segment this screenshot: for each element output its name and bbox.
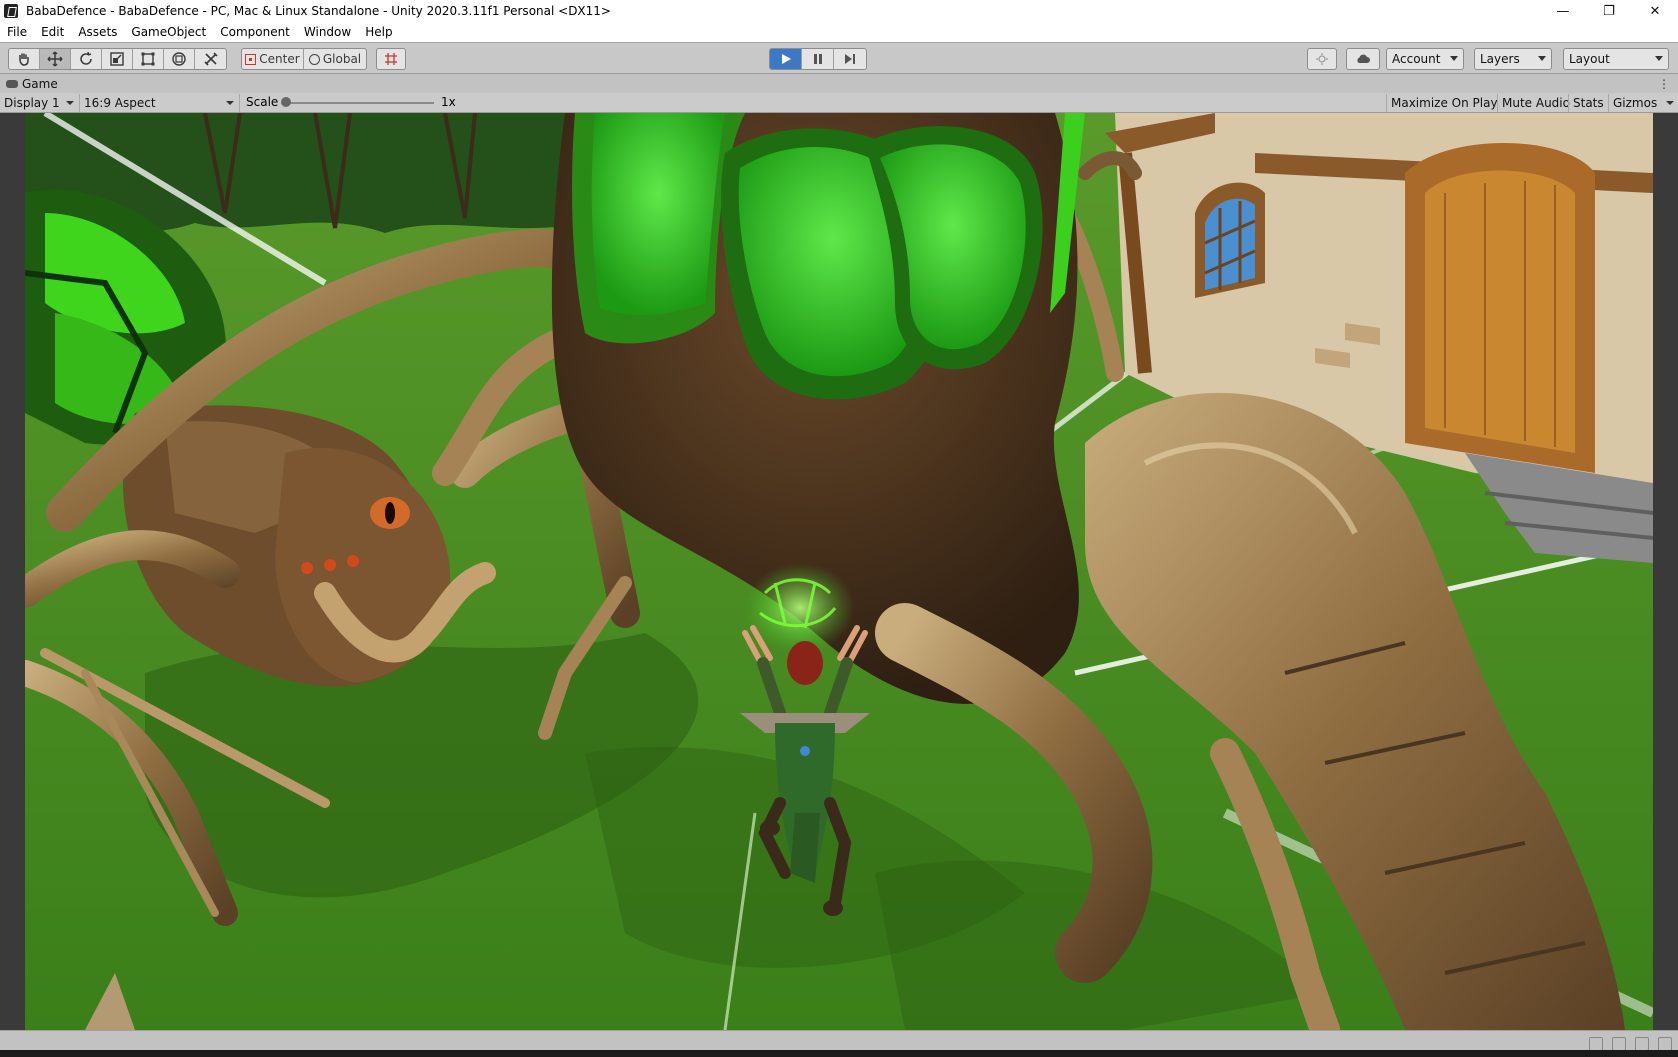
menu-edit[interactable]: Edit (34, 25, 71, 39)
menu-help[interactable]: Help (358, 25, 399, 39)
rotate-tool-button[interactable] (71, 49, 102, 69)
layout-dropdown[interactable]: Layout (1563, 48, 1669, 70)
menu-gameobject[interactable]: GameObject (124, 25, 213, 39)
transform-tools (8, 48, 227, 70)
maximize-on-play-toggle[interactable]: Maximize On Play (1386, 94, 1502, 112)
scale-icon (110, 52, 124, 66)
rect-icon (141, 52, 155, 66)
chevron-down-icon (1450, 56, 1458, 61)
aspect-label: 16:9 Aspect (84, 96, 156, 110)
scale-slider-thumb[interactable] (281, 97, 291, 107)
step-icon (845, 54, 855, 64)
game-viewport[interactable] (0, 113, 1678, 1030)
mute-audio-label: Mute Audio (1502, 96, 1570, 110)
window-controls: — ❐ ✕ (1540, 0, 1678, 22)
menu-bar: File Edit Assets GameObject Component Wi… (0, 22, 1678, 42)
main-toolbar: Center Global Account Layers Layout (0, 42, 1678, 74)
cloud-icon (1357, 54, 1370, 63)
collab-group (1307, 48, 1337, 70)
more-options-icon[interactable]: ⋮ (1658, 77, 1670, 91)
menu-window[interactable]: Window (297, 25, 358, 39)
display-label: Display 1 (4, 96, 60, 110)
account-dropdown[interactable]: Account (1386, 48, 1464, 70)
scale-value: 1x (441, 95, 456, 109)
pause-icon (813, 54, 822, 64)
window-bottom-edge (0, 1050, 1678, 1057)
transform-icon (172, 52, 186, 66)
aspect-dropdown[interactable]: 16:9 Aspect (80, 94, 240, 112)
auto-generate-lighting-icon[interactable] (1589, 1037, 1603, 1051)
step-button[interactable] (834, 49, 866, 69)
space-global-button[interactable]: Global (304, 49, 366, 69)
space-label: Global (322, 52, 362, 66)
stats-label: Stats (1573, 96, 1604, 110)
unity-logo-icon (4, 4, 18, 18)
cloud-button[interactable] (1347, 49, 1379, 69)
play-icon (781, 54, 791, 64)
grid-snap-button[interactable] (377, 49, 405, 69)
globe-icon (308, 53, 320, 65)
chevron-down-icon (66, 101, 74, 105)
tab-game[interactable]: Game (6, 76, 58, 92)
playback-controls (769, 48, 867, 70)
collab-icon (1316, 53, 1328, 65)
status-icons (1589, 1037, 1672, 1051)
tools-icon (203, 52, 218, 66)
progress-icon[interactable] (1635, 1037, 1649, 1051)
spider-eye (591, 113, 725, 315)
game-view-controls: Display 1 16:9 Aspect Scale 1x Maximize … (0, 93, 1678, 113)
pivot-center-button[interactable]: Center (242, 49, 304, 69)
hand-tool-button[interactable] (9, 49, 40, 69)
account-label: Account (1392, 52, 1441, 66)
hair (787, 641, 823, 685)
snap-group (376, 48, 406, 70)
close-button[interactable]: ✕ (1632, 0, 1678, 22)
window-title-bar: BabaDefence - BabaDefence - PC, Mac & Li… (0, 0, 1678, 22)
gizmos-dropdown[interactable]: Gizmos (1608, 94, 1678, 112)
chevron-down-icon (1655, 56, 1663, 61)
pivot-label: Center (259, 52, 300, 66)
gizmos-label: Gizmos (1613, 96, 1658, 110)
scale-tool-button[interactable] (102, 49, 133, 69)
transform-tool-button[interactable] (164, 49, 195, 69)
notification-icon[interactable] (1658, 1037, 1672, 1051)
chevron-down-icon (1666, 101, 1674, 105)
layers-label: Layers (1480, 52, 1520, 66)
pivot-space-group: Center Global (241, 48, 367, 70)
rotate-icon (80, 51, 92, 65)
game-scene (25, 113, 1653, 1030)
window-title: BabaDefence - BabaDefence - PC, Mac & Li… (26, 4, 611, 18)
tab-game-label: Game (22, 77, 58, 91)
layout-label: Layout (1569, 52, 1610, 66)
hand-icon (19, 53, 29, 66)
pivot-icon (245, 53, 257, 65)
scale-slider-track[interactable] (286, 102, 434, 104)
play-button[interactable] (770, 49, 802, 69)
menu-component[interactable]: Component (213, 25, 297, 39)
custom-tool-button[interactable] (195, 49, 226, 69)
layers-dropdown[interactable]: Layers (1474, 48, 1552, 70)
menu-assets[interactable]: Assets (71, 25, 124, 39)
grid-snap-icon (385, 53, 397, 65)
cloud-group (1346, 48, 1380, 70)
display-dropdown[interactable]: Display 1 (0, 94, 80, 112)
chevron-down-icon (1538, 56, 1546, 61)
pause-button[interactable] (802, 49, 834, 69)
game-tab-bar: Game ⋮ (0, 75, 1678, 93)
menu-file[interactable]: File (0, 25, 34, 39)
scale-label: Scale (246, 95, 279, 109)
collab-button[interactable] (1308, 49, 1336, 69)
cache-server-icon[interactable] (1612, 1037, 1626, 1051)
gamepad-icon (6, 80, 18, 88)
stats-toggle[interactable]: Stats (1568, 94, 1608, 112)
chevron-down-icon (226, 101, 234, 105)
mute-audio-toggle[interactable]: Mute Audio (1497, 94, 1574, 112)
rect-tool-button[interactable] (133, 49, 164, 69)
move-icon (47, 51, 63, 67)
minimize-button[interactable]: — (1540, 0, 1586, 22)
maximize-on-play-label: Maximize On Play (1391, 96, 1498, 110)
restore-button[interactable]: ❐ (1586, 0, 1632, 22)
move-tool-button[interactable] (40, 49, 71, 69)
